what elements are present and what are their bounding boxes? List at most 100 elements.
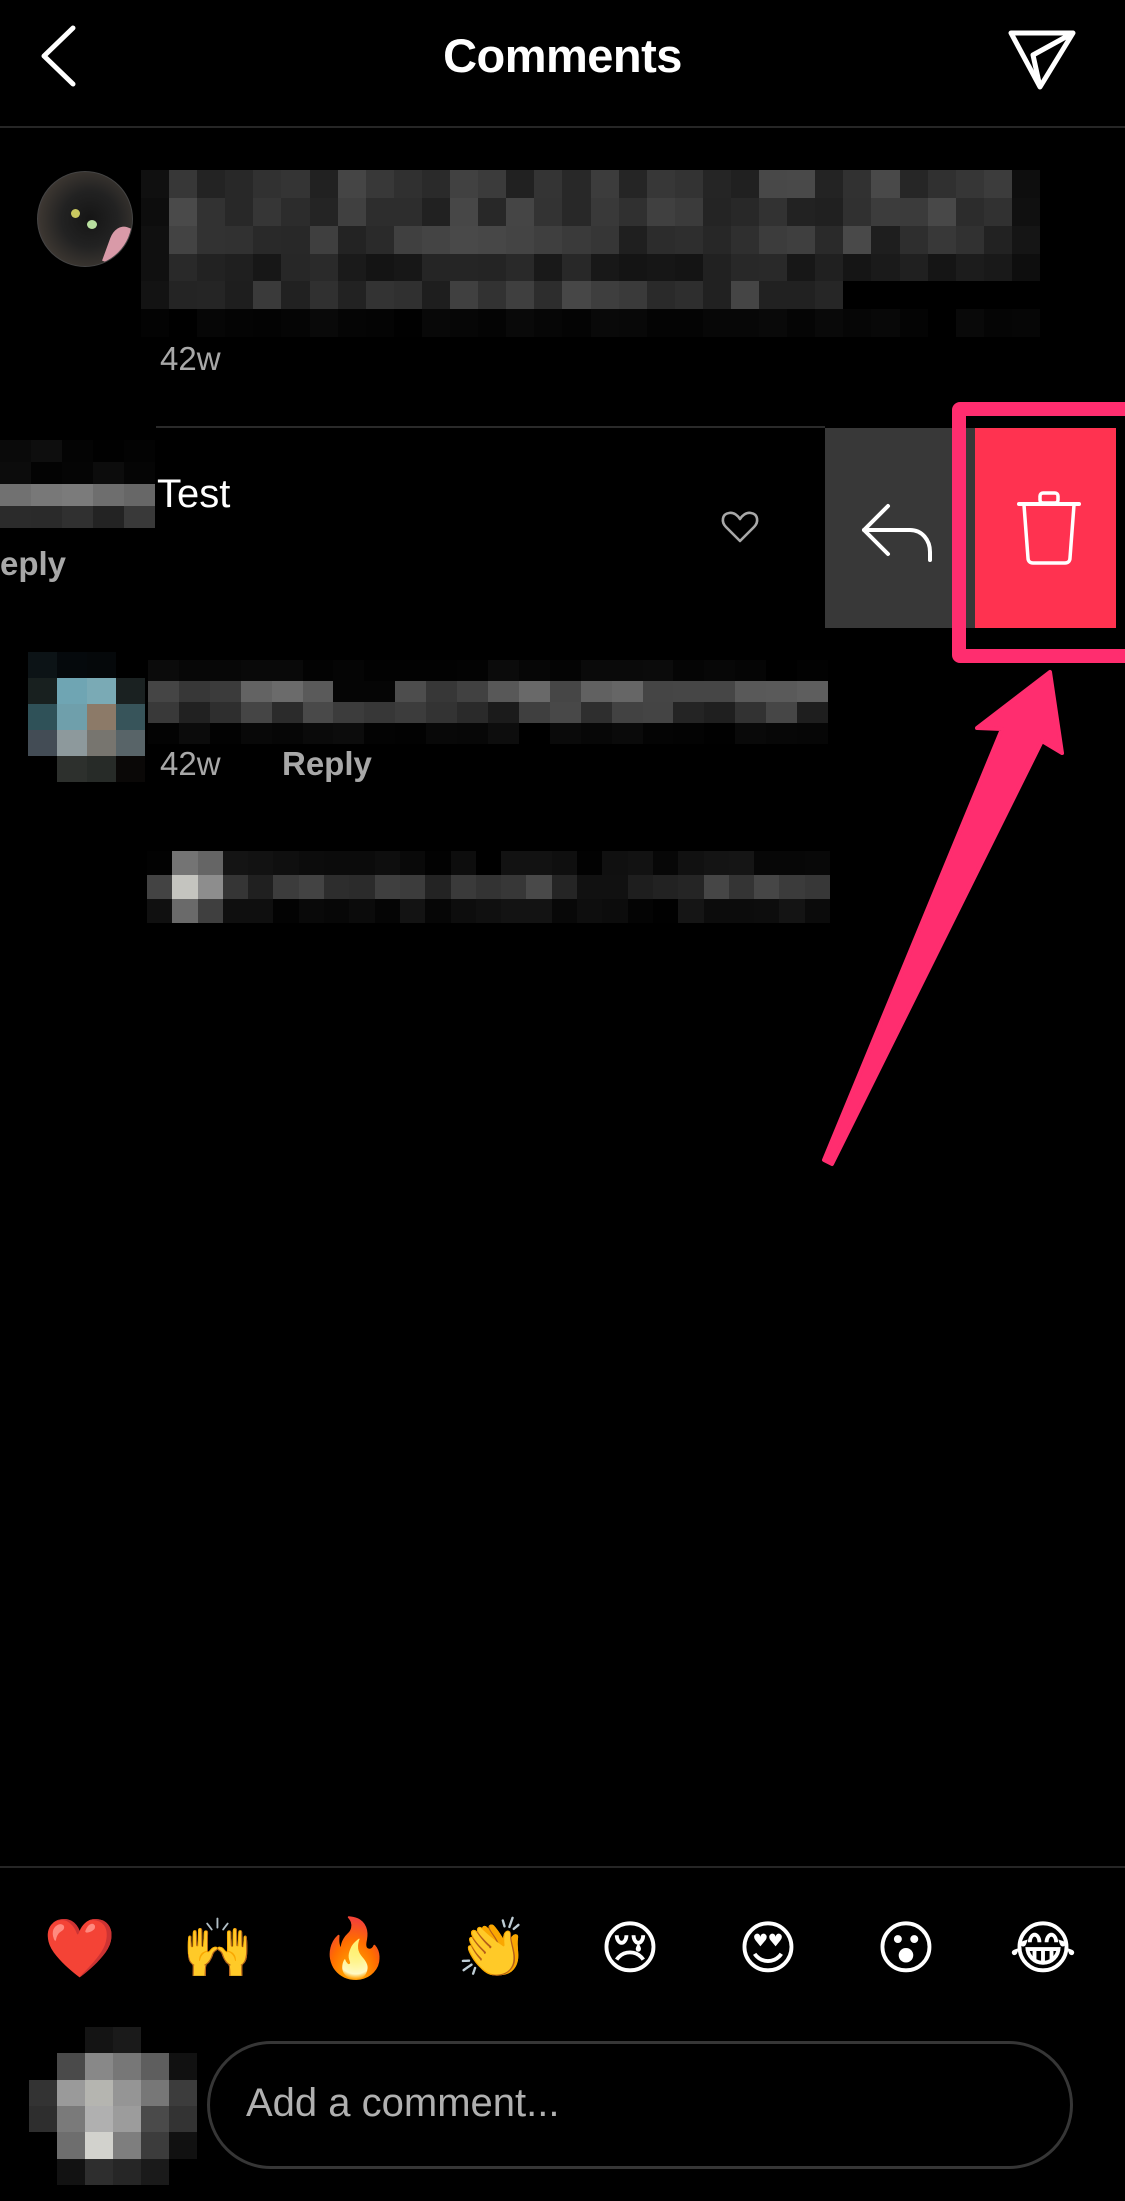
- mosaic-cell: [478, 309, 507, 337]
- mosaic-cell: [57, 730, 87, 756]
- mosaic-cell: [955, 309, 984, 337]
- avatar-cat-eye: [87, 220, 97, 229]
- redacted-reply-thread[interactable]: [147, 851, 830, 923]
- mosaic-cell: [871, 253, 900, 282]
- mosaic-cell: [518, 681, 550, 702]
- paper-plane-send-icon[interactable]: [1000, 22, 1085, 98]
- reaction-emoji-button[interactable]: 😂: [1003, 1908, 1083, 1988]
- mosaic-cell: [518, 723, 550, 744]
- mosaic-cell: [703, 899, 729, 923]
- mosaic-cell: [197, 281, 226, 310]
- reply-action-button[interactable]: [825, 428, 975, 628]
- mosaic-cell: [281, 309, 310, 337]
- caption-avatar[interactable]: [37, 171, 133, 267]
- mosaic-cell: [240, 660, 272, 681]
- mosaic-cell: [302, 681, 334, 702]
- mosaic-cell: [147, 851, 173, 875]
- mosaic-cell: [642, 681, 674, 702]
- mosaic-cell: [374, 851, 400, 875]
- mosaic-cell: [426, 723, 458, 744]
- delete-button[interactable]: [975, 428, 1116, 628]
- mosaic-cell: [450, 170, 479, 198]
- mosaic-cell: [364, 681, 396, 702]
- mosaic-cell: [487, 681, 519, 702]
- comment-composer[interactable]: [207, 2041, 1073, 2169]
- mosaic-cell: [730, 253, 760, 282]
- reaction-emoji-button[interactable]: 😮: [866, 1908, 946, 1988]
- mosaic-cell: [115, 704, 145, 730]
- mosaic-cell: [927, 197, 956, 226]
- mosaic-cell: [426, 702, 458, 723]
- mosaic-cell: [506, 309, 535, 337]
- mosaic-cell: [450, 899, 476, 923]
- mosaic-cell: [302, 660, 334, 681]
- mosaic-cell: [730, 225, 760, 254]
- mosaic-cell: [29, 2027, 57, 2054]
- mosaic-cell: [652, 851, 679, 875]
- mosaic-cell: [225, 197, 254, 226]
- mosaic-cell: [365, 197, 394, 226]
- mosaic-cell: [590, 281, 619, 310]
- mosaic-cell: [526, 851, 552, 875]
- mosaic-cell: [197, 899, 223, 923]
- mosaic-cell: [425, 899, 451, 923]
- reaction-emoji-button[interactable]: 🙌: [178, 1908, 258, 1988]
- mosaic-cell: [702, 253, 731, 282]
- mosaic-cell: [426, 681, 458, 702]
- mosaic-cell: [141, 253, 170, 282]
- mosaic-cell: [779, 875, 805, 899]
- mosaic-cell: [673, 681, 705, 702]
- reaction-emoji-button[interactable]: 🔥: [315, 1908, 395, 1988]
- reaction-emoji-button[interactable]: 😍: [728, 1908, 808, 1988]
- reply-link[interactable]: eply: [0, 545, 66, 583]
- mosaic-cell: [197, 197, 226, 226]
- mosaic-cell: [702, 309, 731, 337]
- mosaic-cell: [673, 723, 705, 744]
- mosaic-cell: [57, 756, 87, 782]
- mosaic-cell: [393, 197, 422, 226]
- mosaic-cell: [57, 2132, 85, 2159]
- reply-link[interactable]: Reply: [282, 745, 372, 783]
- mosaic-cell: [374, 899, 400, 923]
- mosaic-cell: [85, 2027, 113, 2054]
- mosaic-cell: [618, 309, 647, 337]
- reaction-emoji-button[interactable]: 👏: [453, 1908, 533, 1988]
- comment-avatar[interactable]: [28, 652, 145, 782]
- mosaic-cell: [147, 875, 173, 899]
- mosaic-cell: [0, 484, 31, 506]
- mosaic-cell: [590, 197, 619, 226]
- mosaic-cell: [652, 875, 679, 899]
- mosaic-cell: [1011, 281, 1040, 310]
- mosaic-cell: [611, 681, 643, 702]
- mosaic-cell: [646, 197, 675, 226]
- header-divider: [0, 126, 1125, 128]
- mosaic-cell: [124, 440, 155, 462]
- mosaic-cell: [302, 723, 334, 744]
- mosaic-cell: [843, 225, 872, 254]
- mosaic-cell: [298, 899, 325, 923]
- reaction-emoji-button[interactable]: 😢: [590, 1908, 670, 1988]
- mosaic-cell: [141, 170, 170, 198]
- mosaic-cell: [395, 702, 427, 723]
- mosaic-cell: [225, 253, 254, 282]
- redacted-comment-text: [148, 660, 828, 744]
- mosaic-cell: [141, 309, 170, 337]
- mosaic-cell: [324, 851, 350, 875]
- mosaic-cell: [611, 660, 643, 681]
- mosaic-cell: [590, 253, 619, 282]
- comment-divider: [156, 426, 825, 428]
- mosaic-cell: [421, 197, 451, 226]
- add-comment-input[interactable]: [244, 2080, 1028, 2127]
- mosaic-cell: [457, 702, 488, 723]
- mosaic-cell: [728, 851, 755, 875]
- reaction-emoji-button[interactable]: ❤️: [40, 1908, 120, 1988]
- mosaic-cell: [421, 309, 451, 337]
- mosaic-cell: [29, 2079, 57, 2106]
- mosaic-cell: [551, 875, 578, 899]
- mosaic-cell: [425, 875, 451, 899]
- mosaic-cell: [302, 702, 334, 723]
- mosaic-cell: [506, 281, 535, 310]
- mosaic-cell: [421, 170, 451, 198]
- heart-outline-icon[interactable]: [720, 508, 760, 546]
- mosaic-cell: [646, 309, 675, 337]
